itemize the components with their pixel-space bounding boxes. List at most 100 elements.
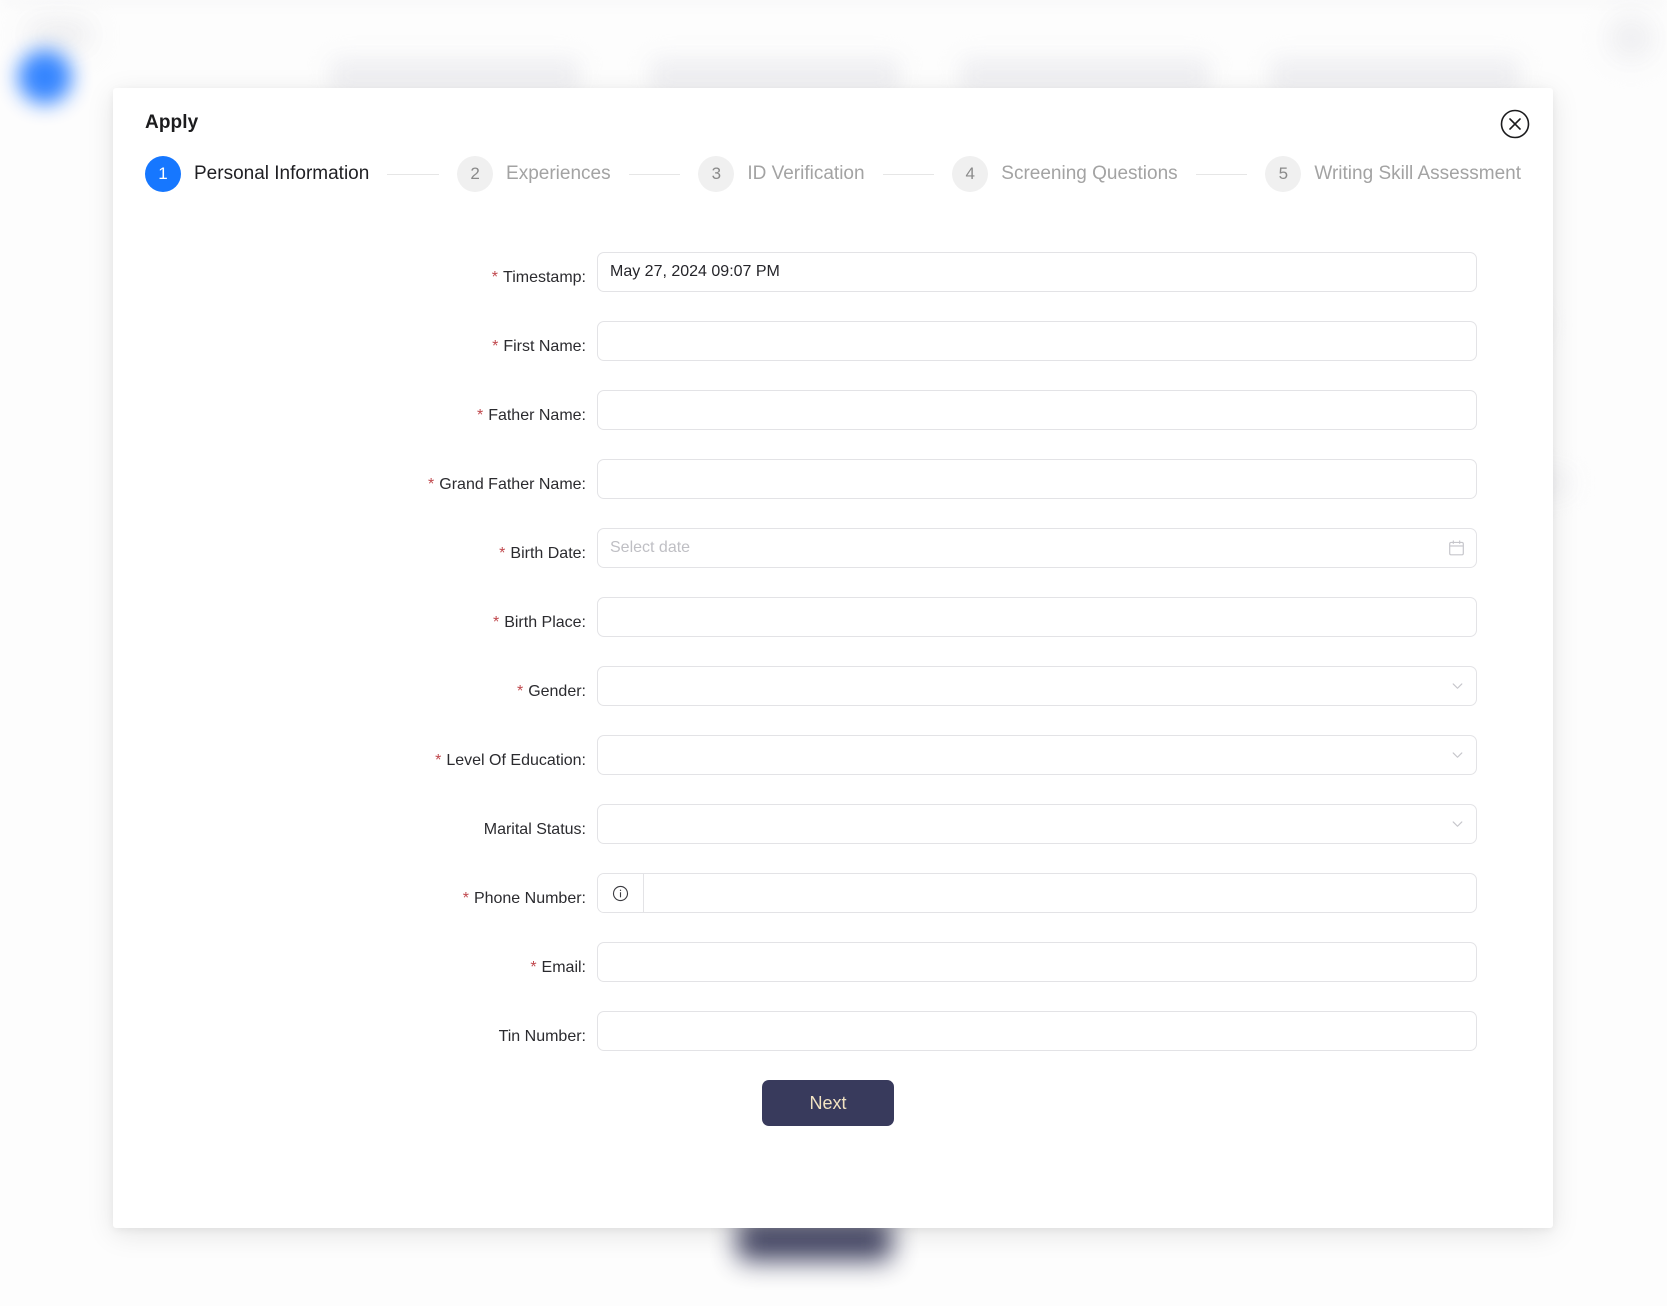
step-connector <box>628 173 681 175</box>
field-control-grand-father-name <box>597 459 1477 499</box>
step-id-verification[interactable]: 3 ID Verification <box>698 156 865 192</box>
label-text: Tin Number: <box>498 1028 586 1045</box>
field-row-level-of-education: * Level Of Education: <box>141 735 1525 775</box>
required-marker: * <box>462 890 469 907</box>
field-control-birth-place <box>597 597 1477 637</box>
page-title: Apply <box>145 112 199 133</box>
field-control-father-name <box>597 390 1477 430</box>
field-label-level-of-education: * Level Of Education: <box>141 741 597 781</box>
gender-select[interactable] <box>597 666 1477 706</box>
field-control-level-of-education <box>597 735 1477 775</box>
marital-status-select-value[interactable] <box>597 804 1477 844</box>
gender-select-value[interactable] <box>597 666 1477 706</box>
step-experiences[interactable]: 2 Experiences <box>457 156 611 192</box>
step-label: Personal Information <box>194 163 370 184</box>
apply-modal: Apply 1 Personal Information 2 Experienc… <box>113 88 1553 1228</box>
label-text: Email: <box>541 959 586 976</box>
phone-number-input[interactable] <box>644 874 1476 912</box>
field-control-gender <box>597 666 1477 706</box>
field-row-birth-place: * Birth Place: <box>141 597 1525 637</box>
label-text: Birth Place: <box>504 614 586 631</box>
label-text: Gender: <box>528 683 586 700</box>
level-of-education-select[interactable] <box>597 735 1477 775</box>
label-text: Timestamp: <box>503 269 586 286</box>
label-text: Phone Number: <box>473 890 586 907</box>
step-screening-questions[interactable]: 4 Screening Questions <box>952 156 1178 192</box>
step-number: 5 <box>1265 156 1302 192</box>
label-text: Birth Date: <box>510 545 586 562</box>
close-icon[interactable] <box>1499 108 1531 140</box>
step-number: 2 <box>457 156 494 192</box>
birth-date-input[interactable] <box>597 528 1477 568</box>
field-label-phone-number: * Phone Number: <box>141 879 597 919</box>
field-row-grand-father-name: * Grand Father Name: <box>141 459 1525 499</box>
field-row-marital-status: Marital Status: <box>141 804 1525 844</box>
step-connector <box>882 173 935 175</box>
field-row-timestamp: * Timestamp: <box>141 252 1525 292</box>
label-text: Level Of Education: <box>446 752 586 769</box>
field-row-email: * Email: <box>141 942 1525 982</box>
background-card <box>1270 58 1520 92</box>
background-top-right-avatar <box>1609 16 1653 60</box>
marital-status-select[interactable] <box>597 804 1477 844</box>
step-number: 4 <box>952 156 989 192</box>
info-icon[interactable] <box>598 874 644 912</box>
field-row-tin-number: Tin Number: <box>141 1011 1525 1051</box>
step-personal-information[interactable]: 1 Personal Information <box>145 156 369 192</box>
footer-buttons: Next <box>597 1080 1477 1126</box>
field-label-birth-place: * Birth Place: <box>141 603 597 643</box>
background-card <box>650 58 900 92</box>
step-label: Writing Skill Assessment <box>1314 163 1521 184</box>
label-text: Father Name: <box>488 407 586 424</box>
required-marker: * <box>492 614 500 631</box>
field-label-tin-number: Tin Number: <box>141 1017 597 1057</box>
background-avatar <box>18 50 72 104</box>
first-name-input[interactable] <box>597 321 1477 361</box>
calendar-icon[interactable] <box>1448 540 1465 557</box>
field-control-marital-status <box>597 804 1477 844</box>
field-label-gender: * Gender: <box>141 672 597 712</box>
step-label: ID Verification <box>747 163 865 184</box>
timestamp-input[interactable] <box>597 252 1477 292</box>
step-connector <box>387 173 440 175</box>
step-writing-skill-assessment[interactable]: 5 Writing Skill Assessment <box>1265 156 1521 192</box>
field-control-tin-number <box>597 1011 1477 1051</box>
required-marker: * <box>492 338 499 355</box>
next-button[interactable]: Next <box>762 1080 894 1126</box>
field-row-birth-date: * Birth Date: <box>141 528 1525 568</box>
step-connector <box>1195 173 1248 175</box>
field-label-marital-status: Marital Status: <box>141 810 597 850</box>
phone-number-group <box>597 873 1477 913</box>
field-label-email: * Email: <box>141 948 597 988</box>
label-text: Grand Father Name: <box>439 476 586 493</box>
level-of-education-select-value[interactable] <box>597 735 1477 775</box>
birth-date-picker[interactable] <box>597 528 1477 568</box>
father-name-input[interactable] <box>597 390 1477 430</box>
field-label-birth-date: * Birth Date: <box>141 534 597 574</box>
field-control-first-name <box>597 321 1477 361</box>
grand-father-name-input[interactable] <box>597 459 1477 499</box>
form-footer: Next <box>141 1080 1525 1126</box>
email-input[interactable] <box>597 942 1477 982</box>
field-label-first-name: * First Name: <box>141 327 597 367</box>
required-marker: * <box>530 959 537 976</box>
field-label-timestamp: * Timestamp: <box>141 258 597 298</box>
required-marker: * <box>499 545 506 562</box>
field-row-phone-number: * Phone Number: <box>141 873 1525 913</box>
required-marker: * <box>476 407 484 424</box>
step-label: Screening Questions <box>1001 163 1178 184</box>
step-number: 3 <box>698 156 735 192</box>
field-label-father-name: * Father Name: <box>141 396 597 436</box>
field-label-grand-father-name: * Grand Father Name: <box>141 465 597 505</box>
label-text: First Name: <box>503 338 586 355</box>
field-row-father-name: * Father Name: <box>141 390 1525 430</box>
background-card <box>330 58 580 92</box>
field-control-birth-date <box>597 528 1477 568</box>
label-text: Marital Status: <box>483 821 586 838</box>
field-row-gender: * Gender: <box>141 666 1525 706</box>
required-marker: * <box>435 752 442 769</box>
tin-number-input[interactable] <box>597 1011 1477 1051</box>
birth-place-input[interactable] <box>597 597 1477 637</box>
step-label: Experiences <box>506 163 611 184</box>
field-control-timestamp <box>597 252 1477 292</box>
